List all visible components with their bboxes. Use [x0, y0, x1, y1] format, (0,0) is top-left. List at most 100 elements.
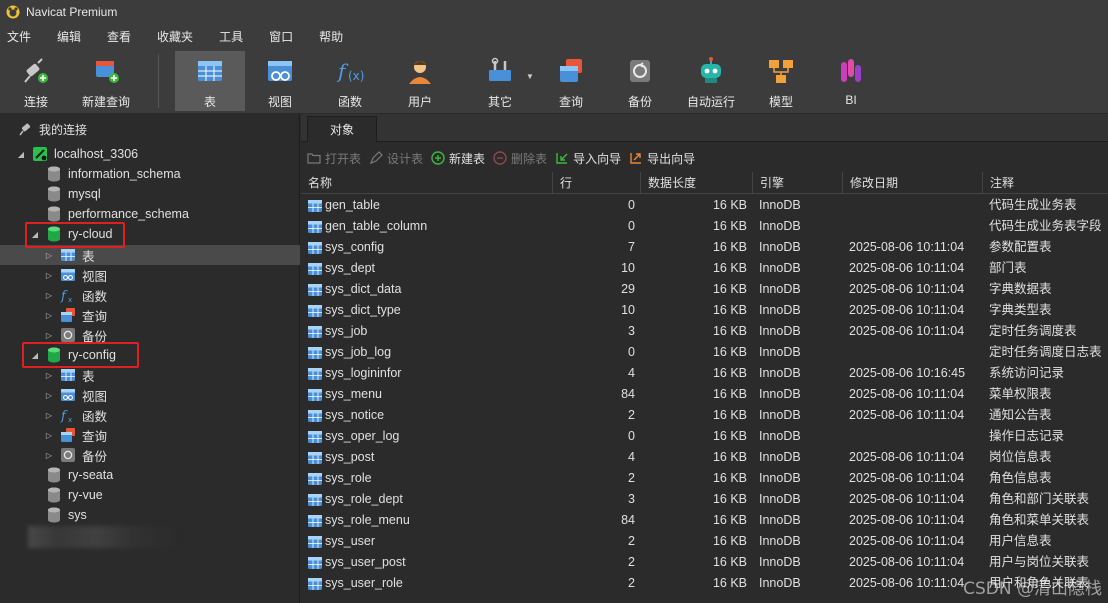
view-folder-icon [60, 387, 76, 403]
table-row[interactable]: sys_dict_data 29 16 KB InnoDB 2025-08-06 10:… [301, 279, 1108, 300]
tab-objects[interactable]: 对象 [307, 116, 377, 142]
table-row[interactable]: sys_job 3 16 KB InnoDB 2025-08-06 10:11:04 定时… [301, 321, 1108, 342]
menu-view[interactable]: 查看 [100, 28, 143, 45]
export-wizard-button[interactable]: 导出向导 [629, 150, 695, 167]
other-dropdown-arrow-icon[interactable]: ▼ [526, 72, 534, 81]
table-name: sys_role_dept [325, 492, 403, 506]
expand-arrow-icon[interactable]: ▷ [44, 431, 54, 440]
column-header-name[interactable]: 名称 [301, 172, 553, 194]
cell-comment: 代码生成业务表字段 [989, 219, 1102, 233]
table-row[interactable]: gen_table 0 16 KB InnoDB 代码生成业务表 [301, 195, 1108, 216]
table-row[interactable]: sys_role 2 16 KB InnoDB 2025-08-06 10:11:04 角… [301, 468, 1108, 489]
tree-item-db[interactable]: information_schema [0, 164, 300, 184]
menu-window[interactable]: 窗口 [262, 28, 305, 45]
table-row[interactable]: sys_menu 84 16 KB InnoDB 2025-08-06 10:11:04… [301, 384, 1108, 405]
column-header-engine[interactable]: 引擎 [753, 172, 843, 194]
tree-item-views[interactable]: ▷ 视图 [0, 385, 300, 405]
tree-item-connection[interactable]: ◢ localhost_3306 [0, 144, 300, 164]
import-wizard-button[interactable]: 导入向导 [555, 150, 621, 167]
open-table-button[interactable]: 打开表 [307, 150, 361, 167]
table-row[interactable]: sys_dict_type 10 16 KB InnoDB 2025-08-06 10:… [301, 300, 1108, 321]
cell-name: sys_config [301, 237, 553, 258]
tree-item-db[interactable]: mysql [0, 184, 300, 204]
design-table-button[interactable]: 设计表 [369, 150, 423, 167]
expand-arrow-icon[interactable]: ▷ [44, 331, 54, 340]
table-name: sys_dept [325, 261, 376, 275]
tree-item-label: ry-seata [68, 468, 114, 482]
expand-arrow-icon[interactable]: ▷ [44, 271, 54, 280]
tree-item-db[interactable]: performance_schema [0, 204, 300, 224]
table-row[interactable]: sys_dept 10 16 KB InnoDB 2025-08-06 10:11:04… [301, 258, 1108, 279]
tree-item-db[interactable]: sys [0, 505, 300, 525]
connect-button[interactable]: 连接 [14, 51, 58, 111]
cell-size: 16 KB [712, 240, 747, 254]
table-icon [307, 472, 322, 485]
tree-item-tables[interactable]: ▷ 表 [0, 365, 300, 385]
expand-arrow-icon[interactable]: ▷ [44, 411, 54, 420]
table-row[interactable]: sys_oper_log 0 16 KB InnoDB 操作日志记录 [301, 426, 1108, 447]
view-button[interactable]: 视图 [258, 51, 302, 111]
table-row[interactable]: sys_user_post 2 16 KB InnoDB 2025-08-06 10:1… [301, 552, 1108, 573]
menu-favorites[interactable]: 收藏夹 [150, 28, 205, 45]
function-button[interactable]: f (x) 函数 [328, 51, 372, 111]
query-button[interactable]: 查询 [549, 51, 593, 111]
column-header-modified-date[interactable]: 修改日期 [843, 172, 983, 194]
cell-name: sys_dept [301, 258, 553, 279]
model-button[interactable]: 模型 [759, 51, 803, 111]
cell-size: 16 KB [712, 450, 747, 464]
column-header-data-length[interactable]: 数据长度 [641, 172, 753, 194]
table-icon [307, 535, 322, 548]
new-query-button[interactable]: 新建查询 [78, 51, 134, 111]
tree-item-views[interactable]: ▷ 视图 [0, 265, 300, 285]
collapse-arrow-icon[interactable]: ◢ [16, 150, 26, 159]
expand-arrow-icon[interactable]: ▷ [44, 391, 54, 400]
expand-arrow-icon[interactable]: ▷ [44, 251, 54, 260]
expand-arrow-icon[interactable]: ▷ [44, 291, 54, 300]
highlight-box-ry-cloud [25, 222, 125, 248]
user-button[interactable]: 用户 [398, 51, 442, 111]
tree-item-functions[interactable]: ▷ f x 函数 [0, 405, 300, 425]
table-folder-icon [60, 247, 76, 263]
table-name: sys_oper_log [325, 429, 400, 443]
table-row[interactable]: sys_post 4 16 KB InnoDB 2025-08-06 10:11:04 岗… [301, 447, 1108, 468]
tree-item-label: 查询 [82, 309, 108, 324]
expand-arrow-icon[interactable]: ▷ [44, 451, 54, 460]
tree-item-backups[interactable]: ▷ 备份 [0, 445, 300, 465]
new-table-button[interactable]: 新建表 [431, 150, 485, 167]
expand-arrow-icon[interactable]: ▷ [44, 311, 54, 320]
table-name: sys_user_post [325, 555, 406, 569]
expand-arrow-icon[interactable]: ▷ [44, 371, 54, 380]
column-header-comment[interactable]: 注释 [983, 172, 1108, 194]
tree-item-db[interactable]: ry-vue [0, 485, 300, 505]
backup-icon [624, 55, 656, 87]
backup-button[interactable]: 备份 [618, 51, 662, 111]
automation-button[interactable]: 自动运行 [684, 51, 738, 111]
bi-button[interactable]: BI [829, 51, 873, 111]
table-icon [194, 55, 226, 87]
tree-item-functions[interactable]: ▷ f x 函数 [0, 285, 300, 305]
cell-size: 16 KB [712, 408, 747, 422]
menu-file[interactable]: 文件 [0, 28, 43, 45]
menu-help[interactable]: 帮助 [312, 28, 355, 45]
table-button[interactable]: 表 [175, 51, 245, 111]
column-header-rows[interactable]: 行 [553, 172, 641, 194]
table-row[interactable]: sys_user 2 16 KB InnoDB 2025-08-06 10:11:04 用… [301, 531, 1108, 552]
delete-table-button[interactable]: 删除表 [493, 150, 547, 167]
table-row[interactable]: sys_notice 2 16 KB InnoDB 2025-08-06 10:11:0… [301, 405, 1108, 426]
tree-item-queries[interactable]: ▷ 查询 [0, 425, 300, 445]
tree-item-queries[interactable]: ▷ 查询 [0, 305, 300, 325]
table-row[interactable]: gen_table_column 0 16 KB InnoDB 代码生成业务表字段 [301, 216, 1108, 237]
table-row[interactable]: sys_job_log 0 16 KB InnoDB 定时任务调度日志表 [301, 342, 1108, 363]
table-row[interactable]: sys_config 7 16 KB InnoDB 2025-08-06 10:11:0… [301, 237, 1108, 258]
menu-edit[interactable]: 编辑 [50, 28, 93, 45]
table-row[interactable]: sys_role_dept 3 16 KB InnoDB 2025-08-06 10:1… [301, 489, 1108, 510]
tree-item-db[interactable]: ry-seata [0, 465, 300, 485]
table-row[interactable]: sys_role_menu 84 16 KB InnoDB 2025-08-06 10:… [301, 510, 1108, 531]
tree-item-tables[interactable]: ▷ 表 [0, 245, 300, 265]
pencil-ruler-icon [369, 151, 383, 165]
view-icon [264, 55, 296, 87]
table-row[interactable]: sys_logininfor 4 16 KB InnoDB 2025-08-06 10:… [301, 363, 1108, 384]
other-button[interactable]: 其它 [470, 51, 530, 111]
menu-tools[interactable]: 工具 [212, 28, 255, 45]
cell-size: 16 KB [712, 303, 747, 317]
